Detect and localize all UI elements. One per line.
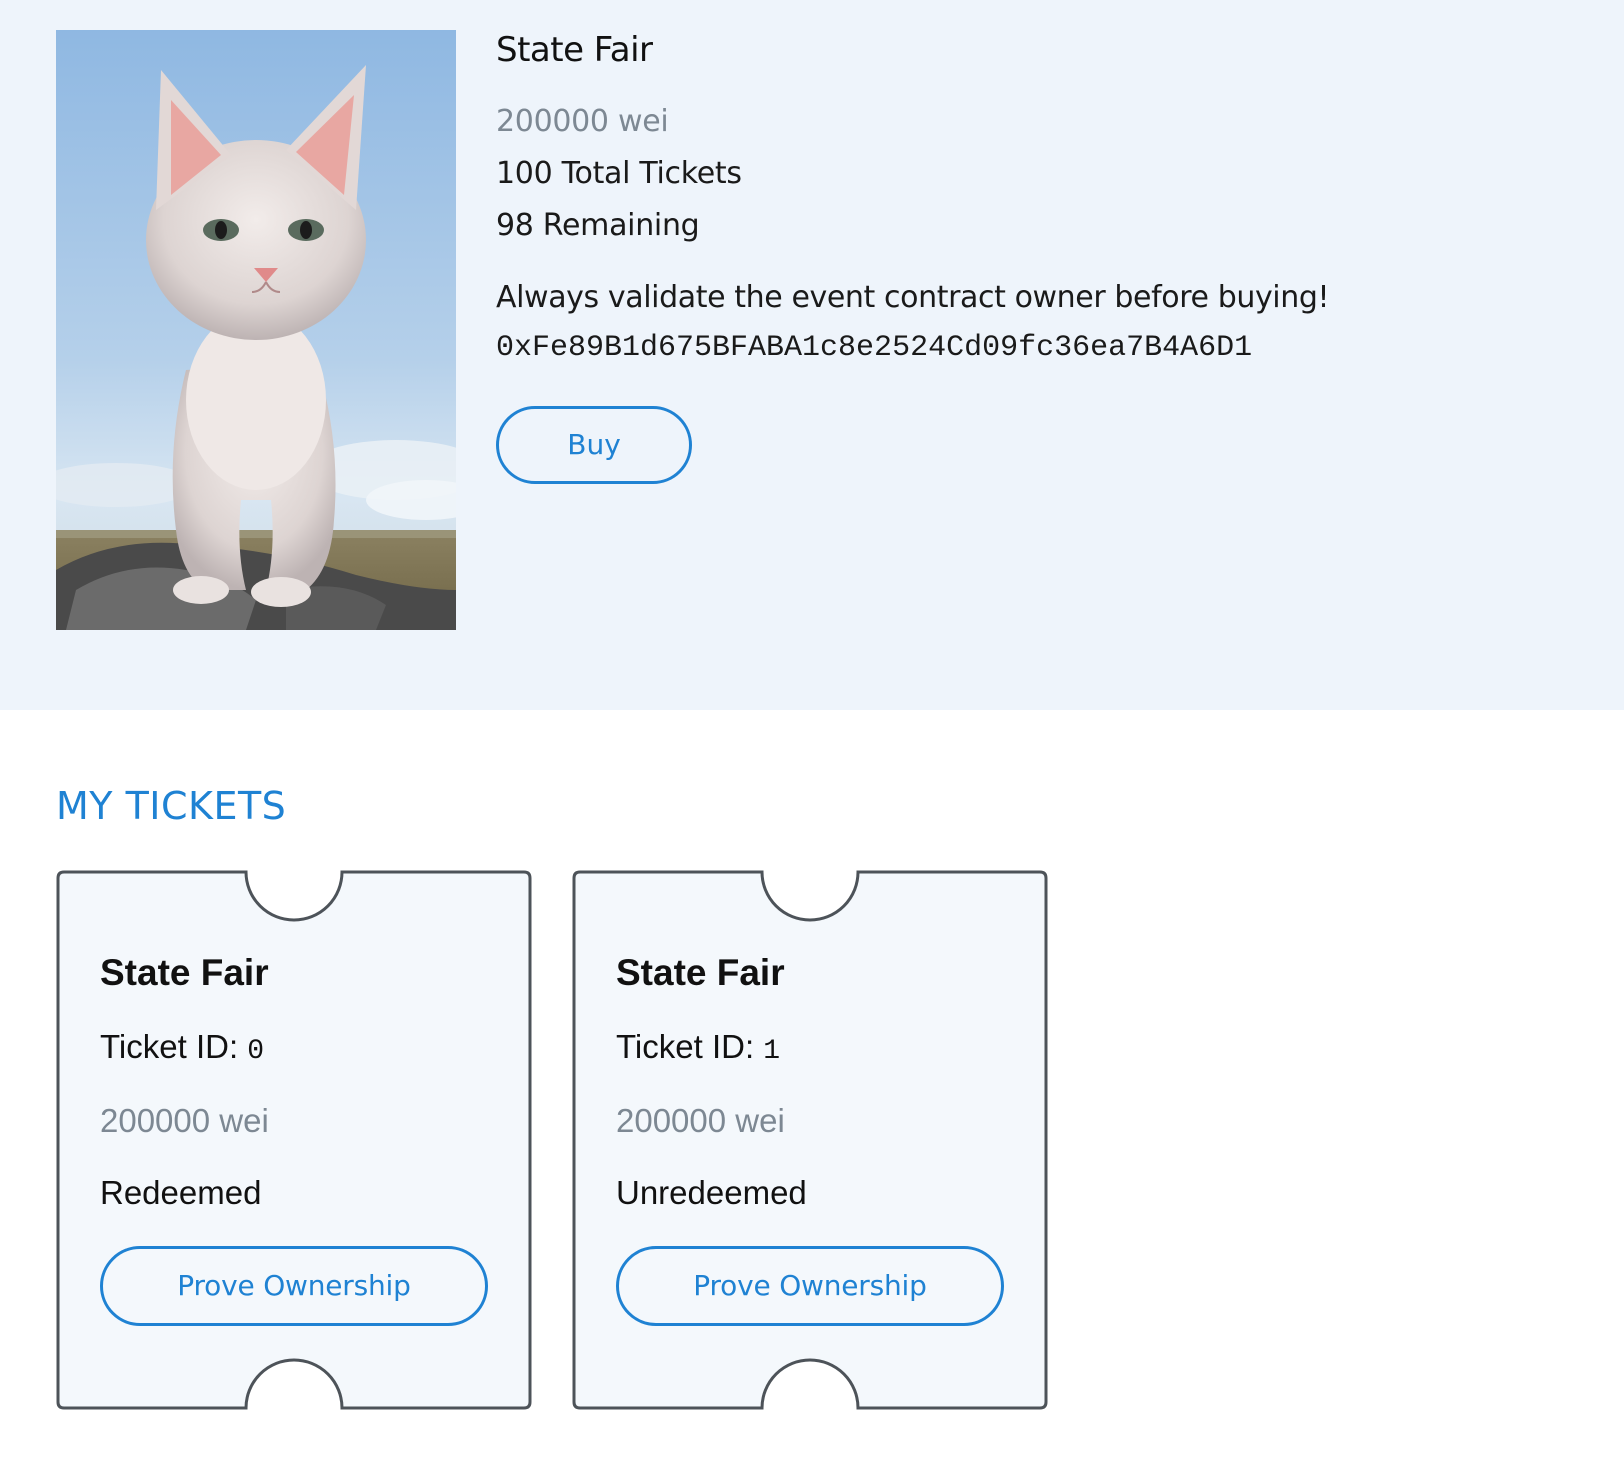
buy-button[interactable]: Buy xyxy=(496,406,692,484)
ticket-price: 200000 wei xyxy=(100,1102,269,1139)
event-section: State Fair 200000 wei 100 Total Tickets … xyxy=(0,0,1624,710)
event-info: State Fair 200000 wei 100 Total Tickets … xyxy=(496,30,1576,484)
ticket-card: State Fair Ticket ID: 0 200000 wei Redee… xyxy=(56,870,532,1410)
event-price: 200000 wei xyxy=(496,104,669,139)
ticket-id-row: Ticket ID: 0 xyxy=(100,1028,264,1067)
event-image xyxy=(56,30,456,630)
ticket-title: State Fair xyxy=(616,952,785,993)
ticket-id-label: Ticket ID: xyxy=(616,1028,755,1065)
ticket-id-label: Ticket ID: xyxy=(100,1028,239,1065)
ticket-status: Unredeemed xyxy=(616,1174,807,1211)
owner-address: 0xFe89B1d675BFABA1c8e2524Cd09fc36ea7B4A6… xyxy=(496,331,1253,365)
owner-warning: Always validate the event contract owner… xyxy=(496,280,1330,315)
ticket-outline xyxy=(572,870,1048,1410)
prove-ownership-button[interactable]: Prove Ownership xyxy=(616,1246,1004,1326)
ticket-id-value: 0 xyxy=(247,1036,265,1067)
prove-ownership-button[interactable]: Prove Ownership xyxy=(100,1246,488,1326)
ticket-card: State Fair Ticket ID: 1 200000 wei Unred… xyxy=(572,870,1048,1410)
event-title: State Fair xyxy=(496,30,653,70)
ticket-title: State Fair xyxy=(100,952,269,993)
event-remaining-tickets: 98 Remaining xyxy=(496,208,700,243)
ticket-outline xyxy=(56,870,532,1410)
ticket-id-row: Ticket ID: 1 xyxy=(616,1028,780,1067)
ticket-status: Redeemed xyxy=(100,1174,262,1211)
ticket-id-value: 1 xyxy=(763,1036,781,1067)
ticket-price: 200000 wei xyxy=(616,1102,785,1139)
event-total-tickets: 100 Total Tickets xyxy=(496,156,742,191)
my-tickets-heading: MY TICKETS xyxy=(56,784,287,828)
